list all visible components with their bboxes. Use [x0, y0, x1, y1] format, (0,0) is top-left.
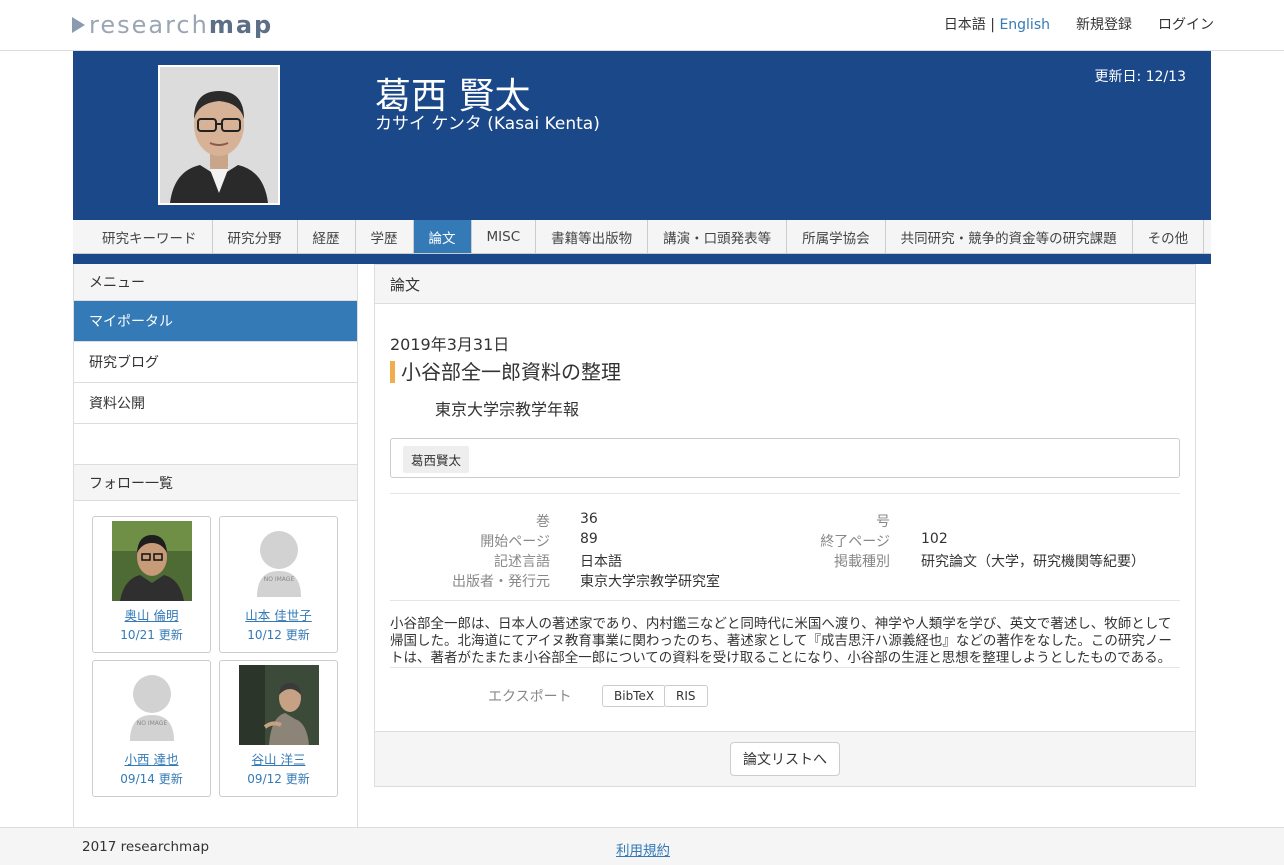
follow-card[interactable]: NO IMAGE 山本 佳世子 10/12 更新	[219, 516, 338, 653]
tab-career[interactable]: 経歴	[298, 220, 356, 253]
follow-name[interactable]: 小西 達也	[93, 749, 210, 768]
follow-avatar[interactable]	[111, 521, 192, 601]
tab-research-projects[interactable]: 共同研究・競争的資金等の研究課題	[886, 220, 1133, 253]
publication-type-label: 掲載種別	[834, 554, 890, 570]
follow-updated: 09/14 更新	[120, 772, 183, 786]
publisher-label: 出版者・発行元	[452, 574, 550, 590]
divider	[390, 493, 1180, 494]
tab-research-fields[interactable]: 研究分野	[213, 220, 298, 253]
no-image-label: NO IMAGE	[263, 576, 294, 583]
top-bar: research map 日本語 | English 新規登録 ログイン	[0, 0, 1284, 51]
tab-misc[interactable]: MISC	[472, 220, 537, 253]
sidebar-item-materials[interactable]: 資料公開	[74, 383, 357, 424]
follow-updated: 10/21 更新	[120, 628, 183, 642]
profile-photo	[158, 65, 280, 205]
paper-panel-footer: 論文リストへ	[375, 731, 1195, 786]
tab-papers[interactable]: 論文	[413, 220, 472, 253]
follow-list-heading: フォロー一覧	[74, 464, 357, 501]
sidebar-item-research-blog[interactable]: 研究ブログ	[74, 342, 357, 383]
follow-card[interactable]: 谷山 洋三 09/12 更新	[219, 660, 338, 797]
export-bibtex-button[interactable]: BibTeX	[602, 685, 667, 707]
terms-link[interactable]: 利用規約	[616, 839, 670, 859]
profile-updated-date: 更新日: 12/13	[1094, 69, 1186, 85]
follow-name[interactable]: 山本 佳世子	[220, 605, 337, 624]
paper-abstract: 小谷部全一郎は、日本人の著述家であり、内村鑑三などと同時代に米国へ渡り、神学や人…	[390, 616, 1172, 666]
register-link[interactable]: 新規登録	[1076, 14, 1132, 34]
copyright: 2017 researchmap	[82, 839, 210, 855]
language-switcher: 日本語 | English	[944, 14, 1050, 34]
login-link[interactable]: ログイン	[1158, 14, 1214, 34]
end-page-value: 102	[921, 531, 948, 547]
export-label: エクスポート	[488, 689, 572, 705]
follow-list: 奥山 倫明 10/21 更新 NO IMAGE 山本 佳世子 10/12 更新 …	[74, 501, 357, 801]
lang-english-link[interactable]: English	[999, 17, 1050, 33]
tab-books[interactable]: 書籍等出版物	[536, 220, 649, 253]
divider	[390, 667, 1180, 668]
issue-label: 号	[876, 514, 890, 530]
tab-research-keywords[interactable]: 研究キーワード	[87, 220, 213, 253]
tabbar-underline	[73, 254, 1211, 264]
tab-associations[interactable]: 所属学協会	[787, 220, 886, 253]
paper-title: 小谷部全一郎資料の整理	[390, 361, 621, 383]
lang-separator: |	[990, 17, 995, 33]
page-footer: 2017 researchmap 利用規約	[0, 827, 1284, 865]
no-image-avatar-icon[interactable]: NO IMAGE	[239, 521, 319, 601]
end-page-label: 終了ページ	[820, 534, 890, 550]
volume-label: 巻	[536, 514, 550, 530]
paper-list-button[interactable]: 論文リストへ	[730, 742, 840, 776]
divider	[390, 600, 1180, 601]
top-nav: 日本語 | English 新規登録 ログイン	[944, 14, 1214, 34]
profile-kana-name: カサイ ケンタ (Kasai Kenta)	[375, 114, 600, 134]
sidebar: メニュー マイポータル 研究ブログ 資料公開 フォロー一覧 奥山 倫明 10/2…	[73, 264, 358, 828]
publication-type-value: 研究論文（大学，研究機関等紀要）	[921, 554, 1145, 570]
profile-tabs: 研究キーワード 研究分野 経歴 学歴 論文 MISC 書籍等出版物 講演・口頭発…	[73, 220, 1211, 254]
export-ris-button[interactable]: RIS	[664, 685, 708, 707]
meta-row: 開始ページ 89 終了ページ 102	[390, 531, 1180, 551]
no-image-avatar-icon[interactable]: NO IMAGE	[112, 665, 192, 745]
author-tag: 葛西賢太	[403, 446, 470, 473]
logo-text-map: map	[208, 11, 274, 39]
follow-avatar[interactable]	[238, 665, 319, 745]
tab-others[interactable]: その他	[1133, 220, 1205, 253]
follow-name[interactable]: 奥山 倫明	[93, 605, 210, 624]
researchmap-logo[interactable]: research map	[72, 11, 273, 39]
profile-header: 葛西 賢太 カサイ ケンタ (Kasai Kenta) 更新日: 12/13	[73, 51, 1211, 220]
sidebar-item-my-portal[interactable]: マイポータル	[74, 301, 357, 342]
meta-row: 巻 36 号	[390, 511, 1180, 531]
publisher-value: 東京大学宗教学研究室	[580, 574, 720, 590]
volume-value: 36	[580, 511, 598, 527]
follow-updated: 09/12 更新	[247, 772, 310, 786]
language-value: 日本語	[580, 554, 622, 570]
follow-card[interactable]: NO IMAGE 小西 達也 09/14 更新	[92, 660, 211, 797]
logo-text-research: research	[89, 11, 209, 39]
tab-education[interactable]: 学歴	[356, 220, 414, 253]
no-image-label: NO IMAGE	[136, 720, 167, 727]
menu-heading: メニュー	[74, 264, 357, 301]
language-label: 記述言語	[494, 554, 550, 570]
follow-updated: 10/12 更新	[247, 628, 310, 642]
follow-card[interactable]: 奥山 倫明 10/21 更新	[92, 516, 211, 653]
follow-name[interactable]: 谷山 洋三	[220, 749, 337, 768]
paper-journal: 東京大学宗教学年報	[435, 400, 580, 419]
start-page-label: 開始ページ	[480, 534, 550, 550]
paper-panel: 論文 2019年3月31日 小谷部全一郎資料の整理 東京大学宗教学年報 葛西賢太…	[374, 264, 1196, 787]
meta-row: 記述言語 日本語 掲載種別 研究論文（大学，研究機関等紀要）	[390, 551, 1180, 571]
paper-metadata: 巻 36 号 開始ページ 89 終了ページ 102 記述言語 日本語 掲載種別 …	[390, 511, 1180, 591]
paper-section-heading: 論文	[375, 265, 1195, 304]
paper-authors-box: 葛西賢太	[390, 438, 1180, 478]
meta-row: 出版者・発行元 東京大学宗教学研究室	[390, 571, 1180, 591]
start-page-value: 89	[580, 531, 598, 547]
logo-triangle-icon	[72, 17, 85, 33]
tab-presentations[interactable]: 講演・口頭発表等	[648, 220, 788, 253]
lang-japanese[interactable]: 日本語	[944, 17, 986, 33]
paper-date: 2019年3月31日	[390, 335, 510, 354]
